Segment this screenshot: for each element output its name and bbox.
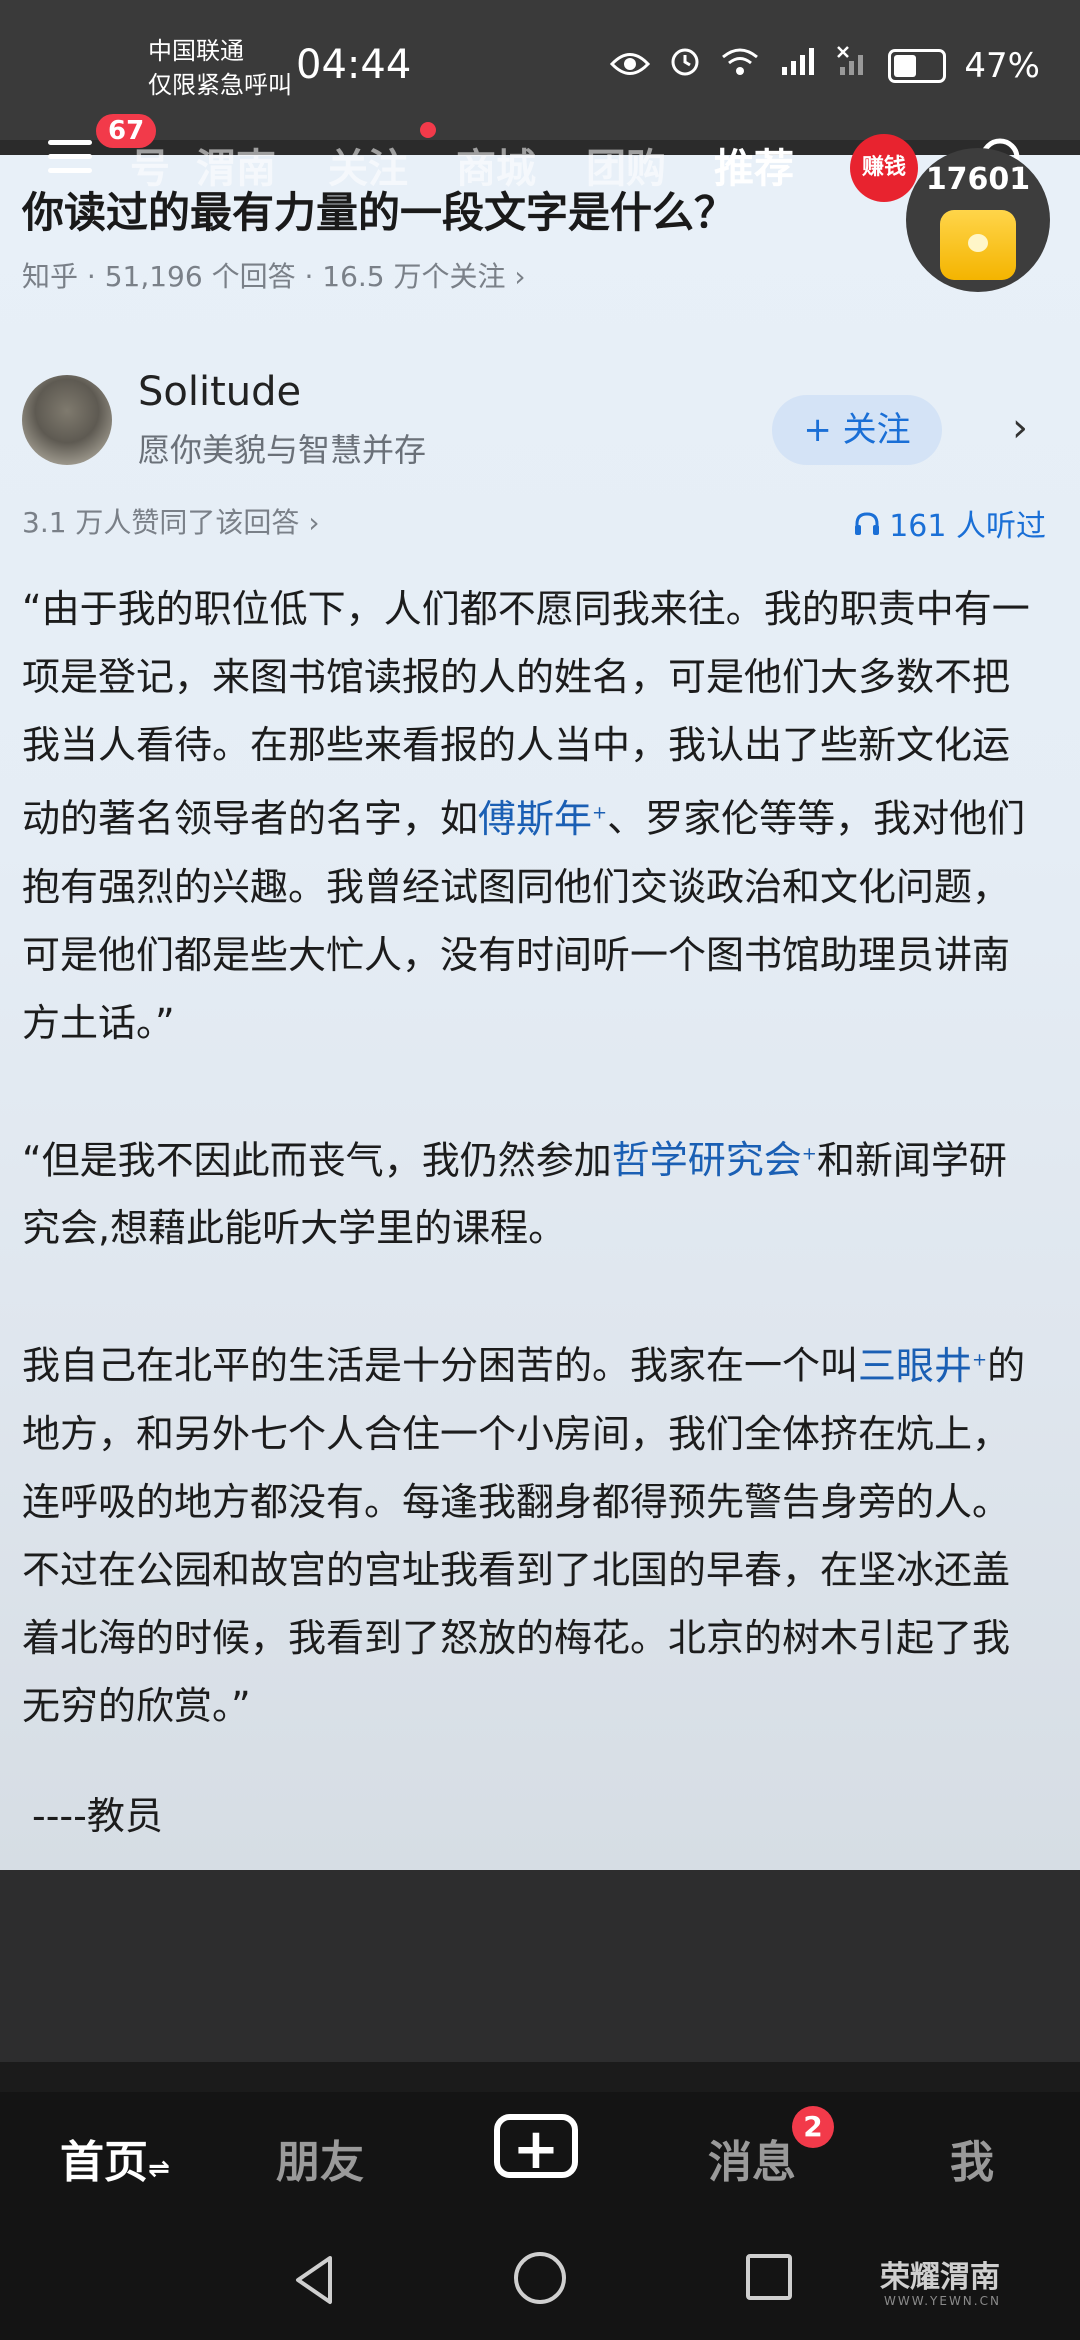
back-icon[interactable]: [286, 2250, 346, 2310]
battery-icon: [888, 48, 947, 83]
clock: 04:44: [296, 42, 412, 88]
follow-button[interactable]: + 关注: [772, 395, 942, 465]
carrier-info: 中国联通 仅限紧急呼叫: [148, 34, 292, 102]
listen-count[interactable]: 161 人听过: [854, 501, 1046, 545]
link-mark: +: [592, 802, 608, 823]
paragraph-2: “但是我不因此而丧气，我仍然参加哲学研究会+和新闻学研究会,想藉此能听大学里的课…: [22, 1121, 1042, 1263]
divider: [0, 2062, 1080, 2092]
likes-count[interactable]: 3.1 万人赞同了该回答 ›: [22, 501, 320, 541]
listen-count-label: 161 人听过: [889, 509, 1046, 544]
swap-icon: ⇌: [148, 2154, 170, 2184]
watermark-logo: 荣耀渭南: [880, 2260, 1000, 2295]
link-label: 三眼井: [858, 1343, 973, 1388]
eye-icon: [610, 46, 651, 86]
signoff: ----教员: [32, 1794, 163, 1838]
tab-hao[interactable]: 号: [130, 136, 170, 194]
coin-widget[interactable]: 17601: [906, 148, 1050, 292]
tab-me[interactable]: 我: [950, 2126, 994, 2190]
paragraph-2-text-a: “但是我不因此而丧气，我仍然参加: [22, 1138, 612, 1183]
chevron-right-icon[interactable]: ›: [1012, 405, 1028, 451]
paragraph-1: “由于我的职位低下，人们都不愿同我来往。我的职责中有一项是登记，来图书馆读报的人…: [22, 575, 1042, 1057]
answer-body: “由于我的职位低下，人们都不愿同我来往。我的职责中有一项是登记，来图书馆读报的人…: [22, 575, 1042, 1804]
paragraph-3-text-b: 的地方，和另外七个人合住一个小房间，我们全体挤在炕上，连呼吸的地方都没有。每逢我…: [22, 1343, 1026, 1728]
author-bio: 愿你美貌与智慧并存: [138, 431, 427, 469]
empty-area: [0, 1870, 1080, 2062]
system-nav-bar: 荣耀渭南 WWW.YEWN.CN: [0, 2222, 1080, 2340]
tab-home-label: 首页: [60, 2137, 148, 2188]
status-icons: 47%: [610, 44, 1040, 87]
wifi-icon: [720, 46, 760, 86]
question-meta[interactable]: 知乎 · 51,196 个回答 · 16.5 万个关注 ›: [22, 255, 526, 295]
alarm-icon: [668, 44, 702, 87]
tab-messages[interactable]: 消息: [708, 2126, 796, 2190]
paragraph-3: 我自己在北平的生活是十分困苦的。我家在一个叫三眼井+的地方，和另外七个人合住一个…: [22, 1326, 1042, 1740]
tab-weinan[interactable]: 渭南: [196, 136, 276, 194]
messages-badge: 2: [792, 2106, 834, 2148]
coin-count: 17601: [925, 162, 1031, 197]
menu-icon[interactable]: [48, 140, 92, 180]
answer-card: 你读过的最有力量的一段文字是什么？ 知乎 · 51,196 个回答 · 16.5…: [0, 155, 1080, 1870]
link-mark: +: [801, 1143, 817, 1165]
carrier-name: 中国联通: [148, 37, 244, 65]
carrier-status: 仅限紧急呼叫: [148, 71, 292, 99]
headphones-icon: [854, 509, 890, 544]
battery-percent: 47%: [964, 45, 1040, 86]
tab-recommend[interactable]: 推荐: [714, 136, 794, 194]
tab-groupbuy[interactable]: 团购: [586, 136, 666, 194]
tab-home[interactable]: 首页⇌: [60, 2126, 170, 2190]
status-bar: 中国联通 仅限紧急呼叫 04:44 47%: [0, 0, 1080, 140]
battery-fill: [894, 54, 917, 77]
add-post-button[interactable]: +: [494, 2114, 578, 2180]
follow-dot: [420, 122, 436, 138]
watermark-url: WWW.YEWN.CN: [884, 2294, 1001, 2308]
author-name[interactable]: Solitude: [138, 369, 301, 415]
bottom-tab-bar: 首页⇌ 朋友 + 消息 2 我: [0, 2092, 1080, 2222]
link-fu-sinian[interactable]: 傅斯年+: [478, 797, 607, 841]
tab-mall[interactable]: 商城: [456, 136, 536, 194]
link-label: 哲学研究会: [611, 1138, 802, 1183]
recents-square-icon[interactable]: [746, 2254, 792, 2300]
treasure-chest-icon: [940, 210, 1016, 280]
tab-follow[interactable]: 关注: [328, 136, 408, 194]
tab-friends[interactable]: 朋友: [276, 2126, 364, 2190]
link-label: 傅斯年: [478, 796, 593, 841]
signal-4g-icon: [778, 45, 818, 86]
link-sanyanjing[interactable]: 三眼井+: [858, 1344, 987, 1388]
avatar[interactable]: [22, 375, 112, 465]
signal-none-icon: [836, 45, 870, 86]
link-mark: +: [972, 1349, 988, 1371]
paragraph-3-text-a: 我自己在北平的生活是十分困苦的。我家在一个叫: [22, 1343, 859, 1388]
home-circle-icon[interactable]: [514, 2252, 566, 2304]
link-philosophy-society[interactable]: 哲学研究会+: [612, 1138, 817, 1182]
